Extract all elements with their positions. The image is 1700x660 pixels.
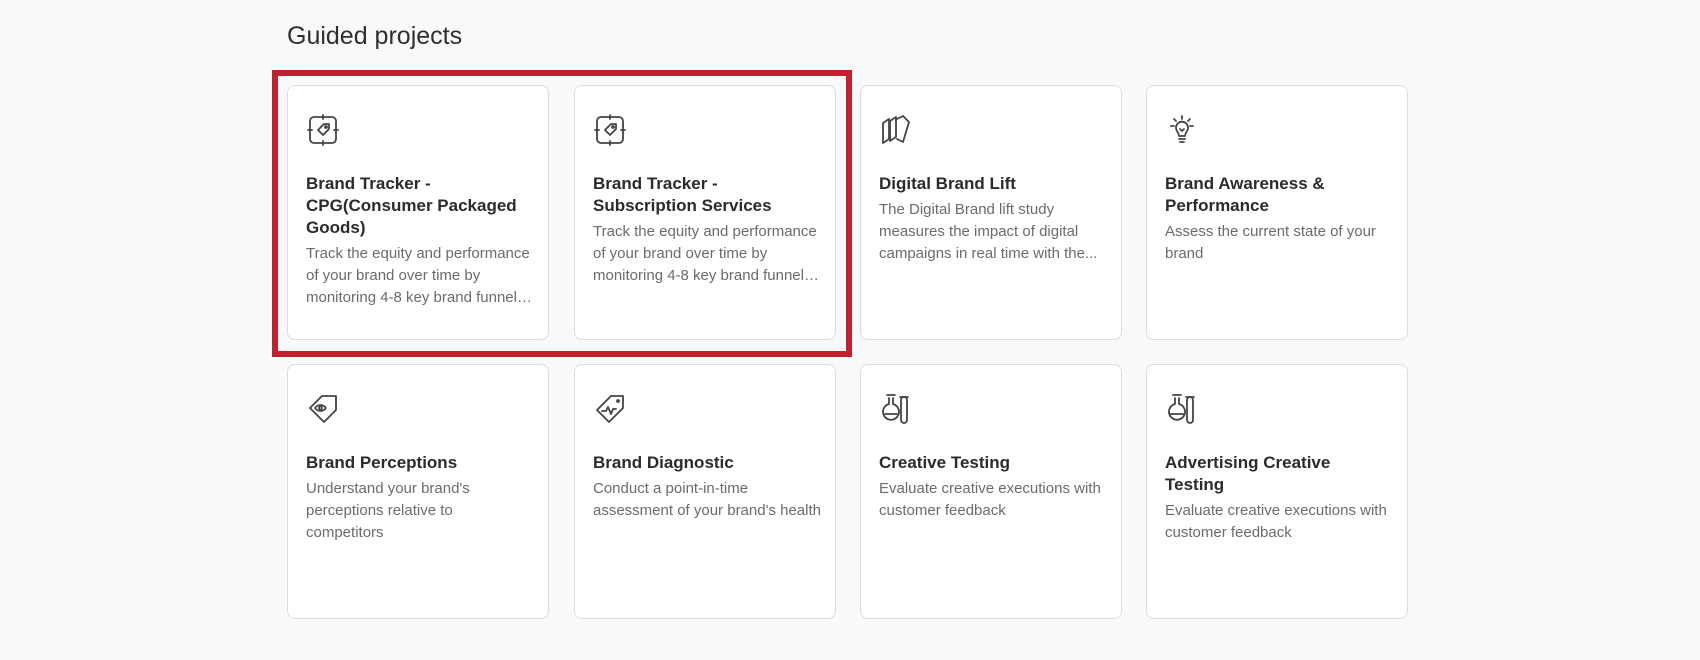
- section-title: Guided projects: [287, 22, 463, 50]
- card-title: Brand Tracker - CPG(Consumer Packaged Go…: [306, 173, 534, 309]
- layered-pages-icon: [879, 113, 913, 147]
- card-description: Track the equity and performance of your…: [593, 223, 817, 284]
- card-title: Brand Tracker - Subscription Services Tra…: [593, 173, 821, 287]
- card-description: The Digital Brand lift study measures th…: [879, 201, 1098, 262]
- project-card[interactable]: Advertising Creative Testing Evaluate cre…: [1146, 364, 1408, 619]
- card-description: Evaluate creative executions with custom…: [1165, 502, 1387, 541]
- card-description: Conduct a point-in-time assessment of yo…: [593, 480, 821, 519]
- card-title: Advertising Creative Testing Evaluate cre…: [1165, 452, 1393, 544]
- flask-tube-icon: [1165, 392, 1199, 426]
- tag-pulse-icon: [593, 392, 627, 426]
- project-card[interactable]: Creative Testing Evaluate creative execut…: [860, 364, 1122, 619]
- card-description: Track the equity and performance of your…: [306, 245, 530, 306]
- card-description: Evaluate creative executions with custom…: [879, 480, 1101, 519]
- project-card[interactable]: Brand Perceptions Understand your brand's…: [287, 364, 549, 619]
- brand-tag-target-icon: [306, 113, 340, 147]
- project-card[interactable]: Brand Diagnostic Conduct a point-in-time …: [574, 364, 836, 619]
- project-card[interactable]: Digital Brand Lift The Digital Brand lift…: [860, 85, 1122, 340]
- brand-tag-target-icon: [593, 113, 627, 147]
- card-title: Brand Diagnostic Conduct a point-in-time …: [593, 452, 821, 522]
- lightbulb-icon: [1165, 113, 1199, 147]
- project-card[interactable]: Brand Tracker - Subscription Services Tra…: [574, 85, 836, 340]
- card-title: Digital Brand Lift The Digital Brand lift…: [879, 173, 1107, 265]
- card-description: Assess the current state of your brand: [1165, 223, 1376, 262]
- tag-eye-icon: [306, 392, 340, 426]
- card-title: Brand Perceptions Understand your brand's…: [306, 452, 534, 544]
- card-title: Brand Awareness & Performance Assess the …: [1165, 173, 1393, 265]
- card-description: Understand your brand's perceptions rela…: [306, 480, 470, 541]
- card-title: Creative Testing Evaluate creative execut…: [879, 452, 1107, 522]
- project-card[interactable]: Brand Awareness & Performance Assess the …: [1146, 85, 1408, 340]
- flask-tube-icon: [879, 392, 913, 426]
- project-card[interactable]: Brand Tracker - CPG(Consumer Packaged Go…: [287, 85, 549, 340]
